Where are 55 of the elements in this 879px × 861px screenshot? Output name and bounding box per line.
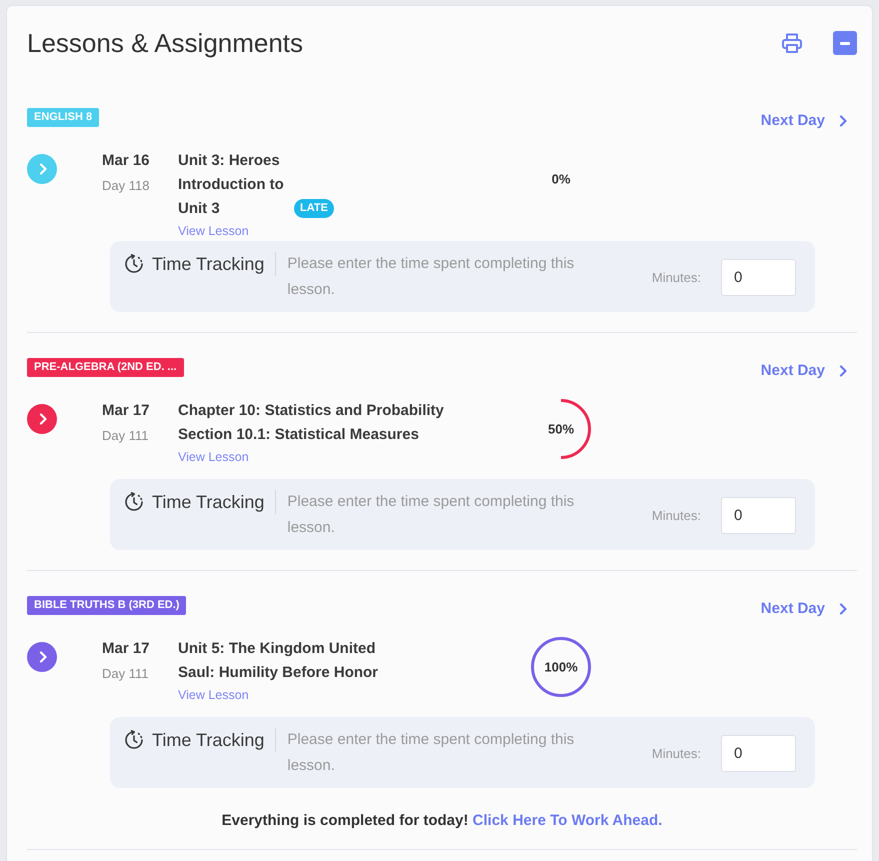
chevron-right-icon — [38, 163, 46, 175]
lesson-date: Mar 17 — [102, 639, 150, 659]
clock-icon — [124, 492, 144, 512]
chevron-right-icon — [839, 365, 847, 377]
minutes-field[interactable]: 0 — [721, 258, 796, 296]
lesson-toggle-button[interactable] — [27, 404, 57, 434]
next-day-link[interactable]: Next Day — [760, 361, 847, 381]
minus-icon — [840, 42, 850, 44]
view-lesson-link[interactable]: View Lesson — [178, 223, 249, 239]
next-day-link[interactable]: Next Day — [760, 599, 847, 619]
work-ahead-link[interactable]: Click Here To Work Ahead. — [472, 812, 662, 829]
next-day-link[interactable]: Next Day — [760, 111, 847, 131]
lesson-title: Section 10.1: Statistical Measures — [178, 425, 419, 445]
lesson-title: Introduction to Unit 3 — [178, 175, 285, 219]
chevron-right-icon — [38, 651, 46, 663]
day-number: Day 118 — [102, 177, 150, 195]
lesson-date: Mar 17 — [102, 401, 150, 421]
minutes-label: Minutes: — [652, 270, 701, 284]
chevron-right-icon — [839, 603, 847, 615]
time-tracking-title: Time Tracking — [152, 729, 264, 752]
day-number: Day 111 — [102, 427, 148, 445]
minutes-label: Minutes: — [652, 508, 701, 522]
subject-tag: PRE-ALGEBRA (2ND ED. ... — [27, 358, 184, 377]
clock-icon — [124, 730, 144, 750]
day-number: Day 111 — [102, 665, 148, 683]
lesson-toggle-button[interactable] — [27, 154, 57, 184]
completion-message: Everything is completed for today! Click Here To Work Ahead. — [222, 811, 662, 831]
minutes-field[interactable]: 0 — [721, 734, 796, 772]
time-tracking-hint: Please enter the time spent completing this lesson. — [287, 492, 576, 538]
progress-percent: 100% — [544, 660, 578, 674]
unit-title: Unit 3: Heroes — [178, 151, 280, 171]
minutes-label: Minutes: — [652, 746, 701, 760]
minutes-field[interactable]: 0 — [721, 496, 796, 534]
print-icon[interactable] — [781, 33, 803, 53]
progress-percent: 0% — [552, 172, 570, 186]
unit-title: Chapter 10: Statistics and Probability — [178, 401, 444, 421]
subject-tag: ENGLISH 8 — [27, 108, 100, 127]
time-tracking-hint: Please enter the time spent completing this lesson. — [287, 254, 576, 300]
lesson-title: Saul: Humility Before Honor — [178, 663, 378, 683]
collapse-button[interactable] — [833, 31, 857, 55]
view-lesson-link[interactable]: View Lesson — [178, 449, 249, 465]
view-lesson-link[interactable]: View Lesson — [178, 687, 249, 703]
unit-title: Unit 5: The Kingdom United — [178, 639, 376, 659]
clock-icon — [124, 254, 144, 274]
lesson-toggle-button[interactable] — [27, 642, 57, 672]
time-tracking-title: Time Tracking — [152, 253, 264, 276]
panel-title: Lessons & Assignments — [27, 27, 304, 59]
time-tracking-title: Time Tracking — [152, 491, 264, 514]
subject-tag: BIBLE TRUTHS B (3RD ED.) — [27, 596, 186, 615]
chevron-right-icon — [839, 115, 847, 127]
time-tracking-hint: Please enter the time spent completing this lesson. — [287, 730, 576, 776]
chevron-right-icon — [38, 413, 46, 425]
progress-percent: 50% — [548, 422, 574, 436]
late-tag: LATE — [294, 199, 334, 218]
lesson-date: Mar 16 — [102, 151, 150, 171]
